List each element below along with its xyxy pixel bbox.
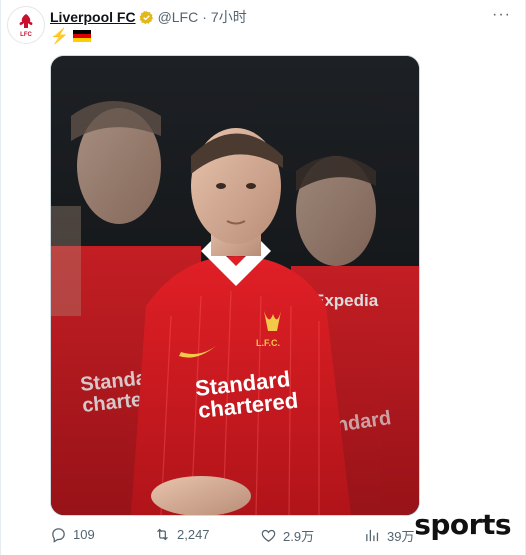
lightning-emoji: ⚡ (50, 28, 69, 45)
more-options-icon[interactable]: ··· (492, 6, 511, 24)
author-name[interactable]: Liverpool FC (50, 9, 136, 25)
views-chart-icon (366, 529, 379, 542)
lfc-crest-icon: LFC (19, 14, 32, 38)
header-separator: · (202, 9, 207, 25)
tweet-card: LFC Liverpool FC @LFC · 7小时 ··· ⚡ Standa… (0, 0, 526, 555)
tweet-header: Liverpool FC @LFC · 7小时 (50, 7, 247, 27)
like-button[interactable]: 2.9万 (260, 526, 314, 545)
tweet-text: ⚡ (50, 27, 91, 45)
author-avatar[interactable]: LFC (7, 6, 45, 44)
tweet-photo[interactable]: Standard chartered Expedia Standard L.F.… (50, 55, 420, 516)
like-count: 2.9万 (283, 529, 315, 544)
germany-flag-icon (72, 30, 91, 42)
reply-count: 109 (73, 527, 95, 542)
reply-button[interactable]: 109 (50, 526, 95, 543)
watermark-text: sports (414, 508, 511, 541)
heart-icon (261, 529, 276, 542)
avatar-text: LFC (20, 32, 32, 38)
crest-text: L.F.C. (256, 338, 280, 348)
views-button[interactable]: 39万 (364, 526, 414, 545)
reply-icon (52, 528, 65, 543)
views-count: 39万 (387, 529, 415, 544)
player-photo-illustration: Standard chartered Expedia Standard L.F.… (51, 56, 419, 515)
verified-badge-icon[interactable] (139, 10, 154, 25)
tweet-time[interactable]: 7小时 (211, 7, 247, 27)
retweet-icon (157, 528, 168, 541)
retweet-count: 2,247 (177, 527, 210, 542)
author-handle[interactable]: @LFC (158, 9, 199, 25)
retweet-button[interactable]: 2,247 (154, 526, 210, 543)
